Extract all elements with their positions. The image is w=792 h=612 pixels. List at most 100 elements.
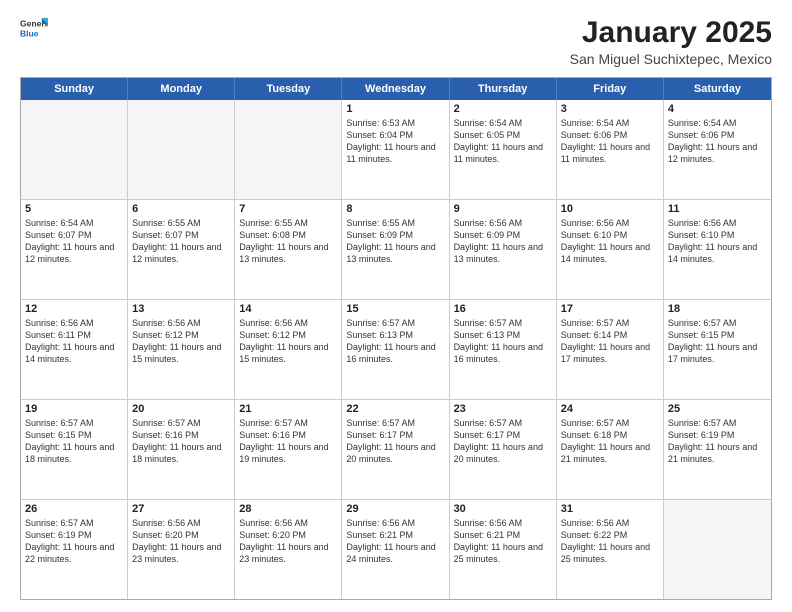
day-content: Sunrise: 6:57 AM Sunset: 6:16 PM Dayligh… [132,417,230,466]
day-cell-22: 22Sunrise: 6:57 AM Sunset: 6:17 PM Dayli… [342,400,449,499]
header-day-monday: Monday [128,78,235,100]
day-content: Sunrise: 6:57 AM Sunset: 6:19 PM Dayligh… [668,417,767,466]
empty-cell [664,500,771,599]
day-content: Sunrise: 6:57 AM Sunset: 6:16 PM Dayligh… [239,417,337,466]
day-number: 16 [454,303,552,315]
title-block: January 2025 San Miguel Suchixtepec, Mex… [570,16,772,67]
empty-cell [128,100,235,199]
day-cell-23: 23 Sunrise: 6:57 AM Sunset: 6:17 PM Dayli… [450,400,557,499]
day-content: Sunrise: 6:56 AM Sunset: 6:12 PM Dayligh… [132,317,230,366]
day-cell-19: 19 Sunrise: 6:57 AM Sunset: 6:15 PM Dayli… [21,400,128,499]
day-cell-8: 8Sunrise: 6:55 AM Sunset: 6:09 PM Daylig… [342,200,449,299]
day-cell-10: 10 Sunrise: 6:56 AM Sunset: 6:10 PM Dayli… [557,200,664,299]
day-number: 25 [668,403,767,415]
day-number: 12 [25,303,123,315]
day-cell-16: 16 Sunrise: 6:57 AM Sunset: 6:13 PM Dayli… [450,300,557,399]
day-number: 21 [239,403,337,415]
day-cell-25: 25 Sunrise: 6:57 AM Sunset: 6:19 PM Dayli… [664,400,771,499]
header-day-saturday: Saturday [664,78,771,100]
header-day-thursday: Thursday [450,78,557,100]
day-cell-5: 5 Sunrise: 6:54 AM Sunset: 6:07 PM Daylig… [21,200,128,299]
empty-cell [235,100,342,199]
day-cell-26: 26Sunrise: 6:57 AM Sunset: 6:19 PM Dayli… [21,500,128,599]
day-number: 28 [239,503,337,515]
day-cell-1: 1Sunrise: 6:53 AM Sunset: 6:04 PM Daylig… [342,100,449,199]
page-title: January 2025 [570,16,772,49]
day-cell-15: 15 Sunrise: 6:57 AM Sunset: 6:13 PM Dayli… [342,300,449,399]
day-cell-11: 11 Sunrise: 6:56 AM Sunset: 6:10 PM Dayli… [664,200,771,299]
day-number: 24 [561,403,659,415]
day-number: 11 [668,203,767,215]
day-number: 23 [454,403,552,415]
day-cell-2: 2Sunrise: 6:54 AM Sunset: 6:05 PM Daylig… [450,100,557,199]
day-cell-29: 29Sunrise: 6:56 AM Sunset: 6:21 PM Dayli… [342,500,449,599]
day-number: 7 [239,203,337,215]
logo: General Blue General Blue [20,16,48,40]
day-content: Sunrise: 6:56 AM Sunset: 6:21 PM Dayligh… [454,517,552,566]
day-content: Sunrise: 6:57 AM Sunset: 6:17 PM Dayligh… [454,417,552,466]
day-content: Sunrise: 6:57 AM Sunset: 6:15 PM Dayligh… [668,317,767,366]
day-cell-13: 13 Sunrise: 6:56 AM Sunset: 6:12 PM Dayli… [128,300,235,399]
day-cell-4: 4 Sunrise: 6:54 AM Sunset: 6:06 PM Daylig… [664,100,771,199]
day-content: Sunrise: 6:57 AM Sunset: 6:14 PM Dayligh… [561,317,659,366]
logo-icon: General Blue [20,16,48,40]
day-cell-14: 14Sunrise: 6:56 AM Sunset: 6:12 PM Dayli… [235,300,342,399]
day-number: 19 [25,403,123,415]
day-number: 18 [668,303,767,315]
day-content: Sunrise: 6:57 AM Sunset: 6:13 PM Dayligh… [454,317,552,366]
day-number: 9 [454,203,552,215]
calendar-header: SundayMondayTuesdayWednesdayThursdayFrid… [21,78,771,100]
header: General Blue General Blue January 2025 S… [20,16,772,67]
week-row-5: 26Sunrise: 6:57 AM Sunset: 6:19 PM Dayli… [21,499,771,599]
day-cell-28: 28 Sunrise: 6:56 AM Sunset: 6:20 PM Dayli… [235,500,342,599]
page-subtitle: San Miguel Suchixtepec, Mexico [570,51,772,67]
day-cell-20: 20Sunrise: 6:57 AM Sunset: 6:16 PM Dayli… [128,400,235,499]
svg-text:Blue: Blue [20,29,39,39]
day-content: Sunrise: 6:56 AM Sunset: 6:10 PM Dayligh… [668,217,767,266]
day-cell-18: 18 Sunrise: 6:57 AM Sunset: 6:15 PM Dayli… [664,300,771,399]
day-number: 31 [561,503,659,515]
day-number: 1 [346,103,444,115]
day-content: Sunrise: 6:56 AM Sunset: 6:10 PM Dayligh… [561,217,659,266]
day-cell-21: 21 Sunrise: 6:57 AM Sunset: 6:16 PM Dayli… [235,400,342,499]
day-content: Sunrise: 6:56 AM Sunset: 6:21 PM Dayligh… [346,517,444,566]
day-cell-24: 24 Sunrise: 6:57 AM Sunset: 6:18 PM Dayli… [557,400,664,499]
day-content: Sunrise: 6:56 AM Sunset: 6:12 PM Dayligh… [239,317,337,366]
day-cell-31: 31 Sunrise: 6:56 AM Sunset: 6:22 PM Dayli… [557,500,664,599]
day-content: Sunrise: 6:57 AM Sunset: 6:15 PM Dayligh… [25,417,123,466]
day-content: Sunrise: 6:55 AM Sunset: 6:09 PM Dayligh… [346,217,444,266]
day-number: 26 [25,503,123,515]
day-number: 4 [668,103,767,115]
day-content: Sunrise: 6:57 AM Sunset: 6:13 PM Dayligh… [346,317,444,366]
day-content: Sunrise: 6:54 AM Sunset: 6:06 PM Dayligh… [668,117,767,166]
day-number: 10 [561,203,659,215]
day-content: Sunrise: 6:57 AM Sunset: 6:18 PM Dayligh… [561,417,659,466]
day-cell-6: 6Sunrise: 6:55 AM Sunset: 6:07 PM Daylig… [128,200,235,299]
day-content: Sunrise: 6:57 AM Sunset: 6:17 PM Dayligh… [346,417,444,466]
calendar-body: 1Sunrise: 6:53 AM Sunset: 6:04 PM Daylig… [21,100,771,599]
page: General Blue General Blue January 2025 S… [0,0,792,612]
day-content: Sunrise: 6:56 AM Sunset: 6:22 PM Dayligh… [561,517,659,566]
week-row-2: 5 Sunrise: 6:54 AM Sunset: 6:07 PM Daylig… [21,199,771,299]
day-cell-9: 9 Sunrise: 6:56 AM Sunset: 6:09 PM Daylig… [450,200,557,299]
day-content: Sunrise: 6:56 AM Sunset: 6:20 PM Dayligh… [132,517,230,566]
day-number: 2 [454,103,552,115]
day-cell-12: 12 Sunrise: 6:56 AM Sunset: 6:11 PM Dayli… [21,300,128,399]
day-content: Sunrise: 6:54 AM Sunset: 6:07 PM Dayligh… [25,217,123,266]
day-cell-27: 27 Sunrise: 6:56 AM Sunset: 6:20 PM Dayli… [128,500,235,599]
header-day-friday: Friday [557,78,664,100]
calendar: SundayMondayTuesdayWednesdayThursdayFrid… [20,77,772,600]
day-number: 13 [132,303,230,315]
day-cell-17: 17Sunrise: 6:57 AM Sunset: 6:14 PM Dayli… [557,300,664,399]
header-day-sunday: Sunday [21,78,128,100]
day-content: Sunrise: 6:55 AM Sunset: 6:07 PM Dayligh… [132,217,230,266]
day-number: 27 [132,503,230,515]
day-number: 5 [25,203,123,215]
day-content: Sunrise: 6:56 AM Sunset: 6:09 PM Dayligh… [454,217,552,266]
day-number: 15 [346,303,444,315]
header-day-wednesday: Wednesday [342,78,449,100]
day-content: Sunrise: 6:56 AM Sunset: 6:11 PM Dayligh… [25,317,123,366]
day-content: Sunrise: 6:56 AM Sunset: 6:20 PM Dayligh… [239,517,337,566]
week-row-4: 19 Sunrise: 6:57 AM Sunset: 6:15 PM Dayli… [21,399,771,499]
day-content: Sunrise: 6:55 AM Sunset: 6:08 PM Dayligh… [239,217,337,266]
